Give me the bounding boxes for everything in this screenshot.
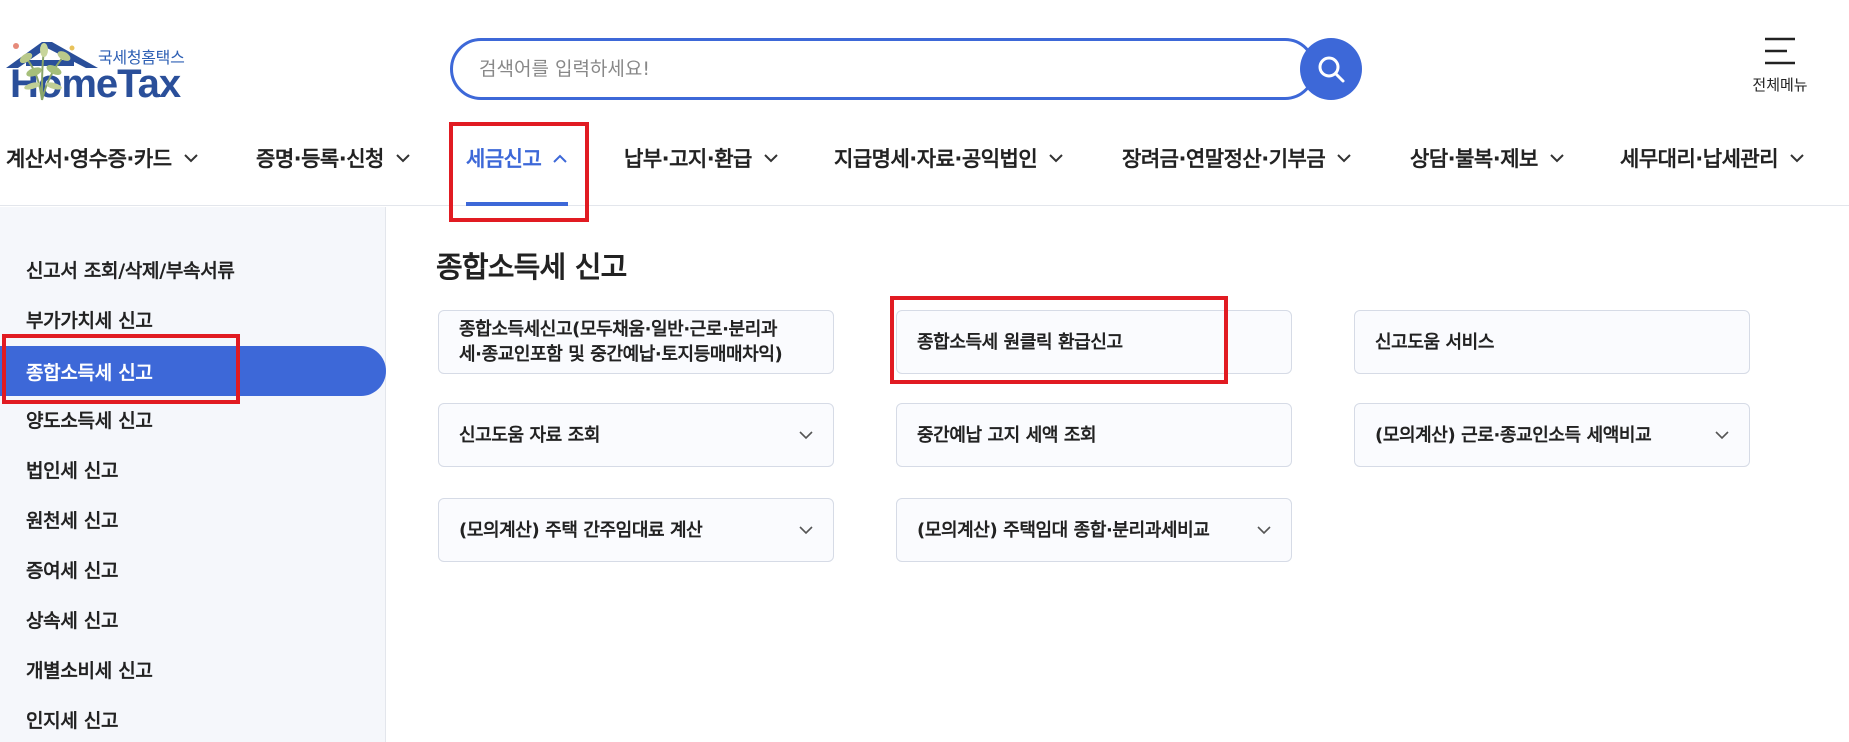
chevron-down-icon	[1257, 525, 1271, 534]
chevron-down-icon	[1715, 430, 1729, 439]
card-interim-prepayment[interactable]: 중간예납 고지 세액 조회	[896, 403, 1292, 467]
card-label-line-1: 종합소득세신고(모두채움·일반·근로·분리과	[459, 319, 778, 340]
card-label-line-2: 세·종교인포함 및 중간예납·토지등매매차익)	[459, 344, 783, 365]
sidebar-item-stamp-tax[interactable]: 인지세 신고	[0, 694, 386, 742]
card-label: 중간예납 고지 세액 조회	[917, 424, 1097, 446]
search-input[interactable]	[450, 38, 1316, 100]
chevron-down-icon	[799, 525, 813, 534]
nav-item-label: 납부·고지·환급	[624, 147, 752, 171]
sidebar-item-excise-tax[interactable]: 개별소비세 신고	[0, 644, 386, 694]
card-simulation-deemed-rent[interactable]: (모의계산) 주택 간주임대료 계산	[438, 498, 834, 562]
card-one-click-refund[interactable]: 종합소득세 원클릭 환급신고	[896, 310, 1292, 374]
nav-item-tax-filing[interactable]: 세금신고	[466, 140, 567, 176]
hometax-logo[interactable]: 국세청홈택스 HomeTax	[6, 40, 276, 106]
card-label: 종합소득세신고(모두채움·일반·근로·분리과 세·종교인포함 및 중간예납·토지…	[459, 317, 783, 367]
nav-item-label: 지급명세·자료·공익법인	[834, 147, 1038, 171]
chevron-down-icon	[764, 153, 778, 162]
nav-item-label: 세금신고	[466, 147, 542, 171]
chevron-down-icon	[1337, 153, 1351, 162]
chevron-up-icon	[553, 154, 567, 163]
card-label: 신고도움 자료 조회	[459, 424, 601, 446]
card-simulation-rental-comparison[interactable]: (모의계산) 주택임대 종합·분리과세비교	[896, 498, 1292, 562]
main-nav: 계산서·영수증·카드 증명·등록·신청 세금신고 납부·고지·환급 지급명세·자…	[0, 130, 1849, 206]
search-button[interactable]	[1300, 38, 1362, 100]
sidebar-item-inheritance-tax[interactable]: 상속세 신고	[0, 594, 386, 644]
nav-item-tax-agent[interactable]: 세무대리·납세관리	[1620, 140, 1804, 176]
nav-item-label: 증명·등록·신청	[256, 147, 384, 171]
nav-item-payment[interactable]: 납부·고지·환급	[624, 140, 778, 176]
plant-icon	[13, 43, 75, 101]
search-icon	[1318, 56, 1345, 83]
chevron-down-icon	[396, 153, 410, 162]
nav-item-label: 장려금·연말정산·기부금	[1122, 147, 1326, 171]
nav-item-payment-statement[interactable]: 지급명세·자료·공익법인	[834, 140, 1063, 176]
card-label: 신고도움 서비스	[1375, 331, 1494, 353]
chevron-down-icon	[1049, 153, 1063, 162]
nav-item-incentive-yearend[interactable]: 장려금·연말정산·기부금	[1122, 140, 1351, 176]
sidebar-item-return-inquiry[interactable]: 신고서 조회/삭제/부속서류	[0, 244, 386, 294]
nav-item-label: 상담·불복·제보	[1410, 147, 1538, 171]
chevron-down-icon	[1550, 153, 1564, 162]
card-simulation-earned-religious[interactable]: (모의계산) 근로·종교인소득 세액비교	[1354, 403, 1750, 467]
sidebar-item-vat[interactable]: 부가가치세 신고	[0, 294, 386, 344]
sidebar-item-corporate-tax[interactable]: 법인세 신고	[0, 444, 386, 494]
chevron-down-icon	[183, 153, 198, 162]
all-menu-label: 전체메뉴	[1752, 76, 1808, 94]
active-nav-underline	[466, 202, 568, 206]
sidebar-item-withholding[interactable]: 원천세 신고	[0, 494, 386, 544]
sidebar: 신고서 조회/삭제/부속서류 부가가치세 신고 종합소득세 신고 양도소득세 신…	[0, 207, 386, 742]
search-bar	[450, 38, 1362, 100]
nav-item-certificate[interactable]: 증명·등록·신청	[256, 140, 410, 176]
nav-item-invoice-receipt-card[interactable]: 계산서·영수증·카드	[6, 140, 198, 176]
page-title: 종합소득세 신고	[436, 250, 627, 284]
sidebar-item-income-tax[interactable]: 종합소득세 신고	[0, 346, 386, 396]
hometax-page: 국세청홈택스 HomeTax 검색어를 입력하세요! 전체메뉴 계산서·영수증·…	[0, 0, 1849, 742]
chevron-down-icon	[799, 430, 813, 439]
sidebar-item-capital-gains[interactable]: 양도소득세 신고	[0, 394, 386, 444]
all-menu-button[interactable]: 전체메뉴	[1740, 36, 1820, 106]
nav-item-consulting[interactable]: 상담·불복·제보	[1410, 140, 1564, 176]
chevron-down-icon	[1790, 153, 1804, 162]
nav-item-label: 세무대리·납세관리	[1620, 147, 1779, 171]
nav-item-label: 계산서·영수증·카드	[6, 147, 172, 171]
hamburger-icon	[1765, 37, 1795, 65]
card-label: 종합소득세 원클릭 환급신고	[917, 331, 1123, 353]
card-label: (모의계산) 주택임대 종합·분리과세비교	[917, 519, 1210, 541]
card-income-tax-filing[interactable]: 종합소득세신고(모두채움·일반·근로·분리과 세·종교인포함 및 중간예납·토지…	[438, 310, 834, 374]
card-filing-help-data[interactable]: 신고도움 자료 조회	[438, 403, 834, 467]
card-label: (모의계산) 근로·종교인소득 세액비교	[1375, 424, 1652, 446]
sidebar-item-gift-tax[interactable]: 증여세 신고	[0, 544, 386, 594]
card-label: (모의계산) 주택 간주임대료 계산	[459, 519, 703, 541]
card-filing-help-service[interactable]: 신고도움 서비스	[1354, 310, 1750, 374]
